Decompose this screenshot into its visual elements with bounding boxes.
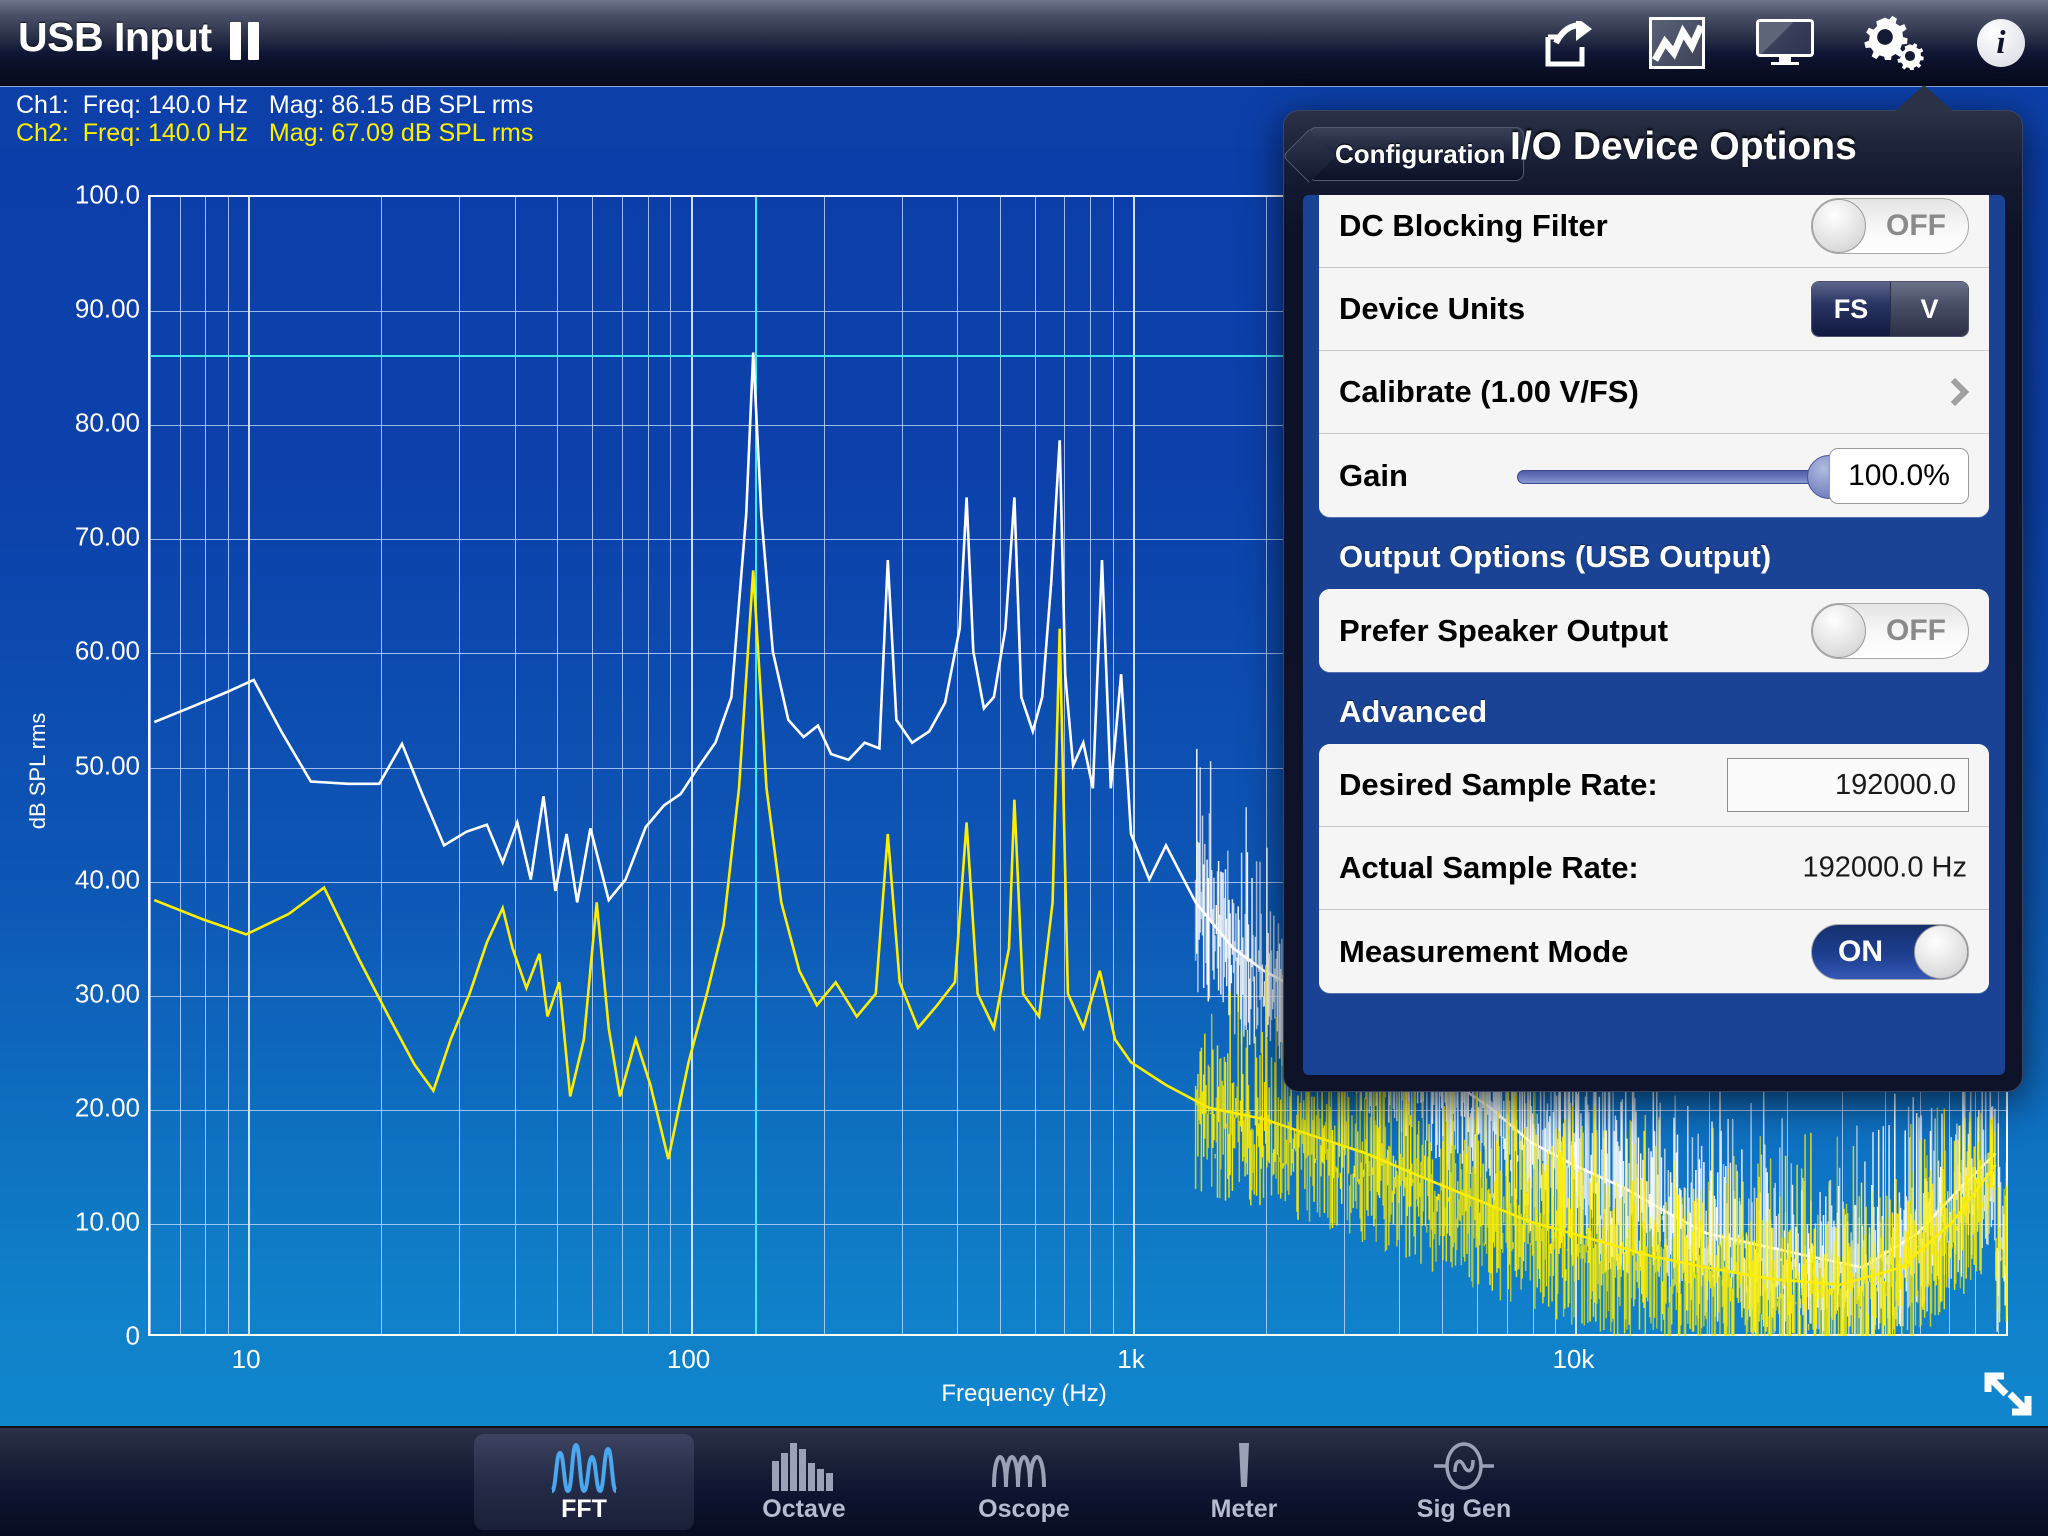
gear-icon xyxy=(1862,14,1924,72)
y-tick-label: 90.00 xyxy=(74,293,140,324)
back-button-label: Configuration xyxy=(1335,138,1506,169)
y-tick-label: 60.00 xyxy=(74,635,140,666)
gain-slider[interactable] xyxy=(1517,454,1851,499)
toggle-knob xyxy=(1812,199,1866,253)
y-tick-label: 100.0 xyxy=(74,179,140,210)
settings-button[interactable] xyxy=(1862,12,1924,74)
chart-icon xyxy=(1649,17,1705,69)
y-tick-label: 50.00 xyxy=(74,750,140,780)
row-gain[interactable]: Gain 100.0% xyxy=(1319,434,1989,517)
y-tick-label: 80.00 xyxy=(74,407,140,438)
bottom-tab-bar: FFT Octave Oscope Meter Sig Gen xyxy=(0,1426,2048,1536)
measurement-mode-toggle[interactable]: ON xyxy=(1811,923,1969,980)
pause-icon[interactable] xyxy=(228,22,262,60)
octave-icon xyxy=(768,1435,840,1493)
tab-label: Oscope xyxy=(978,1495,1070,1523)
y-axis-ticks: 100.0 90.00 80.00 70.00 60.00 50.00 40.00 30.00… xyxy=(0,148,140,1426)
toolbar-icon-group: i xyxy=(1538,0,2032,86)
dc-blocking-filter-value: OFF xyxy=(1886,209,1946,242)
dc-blocking-filter-toggle[interactable]: OFF xyxy=(1811,198,1969,254)
device-units-option-fs[interactable]: FS xyxy=(1812,282,1890,336)
top-toolbar: USB Input i xyxy=(0,0,2048,86)
prefer-speaker-output-label: Prefer Speaker Output xyxy=(1339,612,1669,648)
tab-label: Octave xyxy=(762,1495,846,1523)
device-units-segmented-control[interactable]: FS V xyxy=(1811,281,1969,337)
tab-label: FFT xyxy=(561,1495,607,1523)
y-tick-label: 30.00 xyxy=(74,978,140,1009)
chart-view-button[interactable] xyxy=(1646,12,1708,74)
tab-oscope[interactable]: Oscope xyxy=(914,1434,1134,1530)
row-calibrate[interactable]: Calibrate (1.00 V/FS) xyxy=(1319,351,1989,434)
x-tick-label: 10k xyxy=(1552,1344,1595,1374)
y-tick-label: 20.00 xyxy=(74,1092,140,1123)
device-units-option-v[interactable]: V xyxy=(1890,282,1968,336)
ch2-readout: Ch2: Freq: 140.0 Hz Mag: 67.09 dB SPL rm… xyxy=(16,119,534,147)
fft-icon xyxy=(548,1435,620,1493)
device-options-group: DC Blocking Filter OFF Device Units FS V… xyxy=(1319,195,1989,517)
display-button[interactable] xyxy=(1754,12,1816,74)
meter-icon xyxy=(1208,1435,1280,1493)
y-tick-label: 0 xyxy=(125,1320,140,1351)
measurement-mode-label: Measurement Mode xyxy=(1339,933,1629,969)
gain-label: Gain xyxy=(1339,457,1408,493)
oscope-icon xyxy=(988,1435,1060,1493)
x-tick-label: 1k xyxy=(1117,1344,1145,1374)
info-button[interactable]: i xyxy=(1970,12,2032,74)
advanced-group: Desired Sample Rate: 192000.0 Actual Sam… xyxy=(1319,744,1989,993)
row-dc-blocking-filter[interactable]: DC Blocking Filter OFF xyxy=(1319,195,1989,268)
dc-blocking-filter-label: DC Blocking Filter xyxy=(1339,208,1608,243)
gain-value[interactable]: 100.0% xyxy=(1829,447,1969,504)
tab-label: Meter xyxy=(1210,1495,1278,1523)
configuration-back-button[interactable]: Configuration xyxy=(1308,127,1525,181)
tab-label: Sig Gen xyxy=(1416,1495,1512,1523)
x-tick-label: 100 xyxy=(666,1344,711,1374)
desired-sample-rate-input[interactable]: 192000.0 xyxy=(1727,758,1969,812)
app-title: USB Input xyxy=(18,14,212,60)
tab-fft[interactable]: FFT xyxy=(474,1434,694,1530)
tab-sig-gen[interactable]: Sig Gen xyxy=(1354,1434,1574,1530)
popover-arrow xyxy=(1894,85,1954,112)
row-actual-sample-rate: Actual Sample Rate: 192000.0 Hz xyxy=(1319,827,1989,910)
row-prefer-speaker-output[interactable]: Prefer Speaker Output OFF xyxy=(1319,589,1989,672)
share-button[interactable] xyxy=(1538,12,1600,74)
row-measurement-mode[interactable]: Measurement Mode ON xyxy=(1319,910,1989,993)
y-tick-label: 40.00 xyxy=(74,864,140,895)
output-options-group: Prefer Speaker Output OFF xyxy=(1319,589,1989,672)
popover-header: Configuration I/O Device Options xyxy=(1284,111,2022,195)
share-icon xyxy=(1544,17,1594,67)
toggle-knob xyxy=(1914,924,1968,979)
output-options-header: Output Options (USB Output) xyxy=(1339,539,1772,574)
row-device-units[interactable]: Device Units FS V xyxy=(1319,268,1989,351)
popover-body: DC Blocking Filter OFF Device Units FS V… xyxy=(1303,195,2005,1075)
calibrate-label: Calibrate (1.00 V/FS) xyxy=(1339,374,1639,409)
tab-meter[interactable]: Meter xyxy=(1134,1434,1354,1530)
info-icon: i xyxy=(1977,19,2025,67)
x-tick-label: 10 xyxy=(231,1344,261,1374)
siggen-icon xyxy=(1428,1435,1500,1493)
chevron-right-icon xyxy=(1940,377,1970,407)
x-axis-label: Frequency (Hz) xyxy=(941,1380,1107,1407)
io-device-options-popover: Configuration I/O Device Options DC Bloc… xyxy=(1283,85,2023,1092)
display-icon xyxy=(1756,19,1814,67)
prefer-speaker-output-value: OFF xyxy=(1886,613,1946,647)
y-tick-label: 10.00 xyxy=(74,1206,140,1237)
row-desired-sample-rate[interactable]: Desired Sample Rate: 192000.0 xyxy=(1319,744,1989,827)
ch1-readout: Ch1: Freq: 140.0 Hz Mag: 86.15 dB SPL rm… xyxy=(16,91,534,119)
measurement-mode-value: ON xyxy=(1838,934,1883,968)
advanced-header: Advanced xyxy=(1339,694,1488,729)
device-units-label: Device Units xyxy=(1339,291,1526,326)
toggle-knob xyxy=(1812,603,1866,658)
expand-icon[interactable] xyxy=(1982,1370,2034,1418)
tab-octave[interactable]: Octave xyxy=(694,1434,914,1530)
y-tick-label: 70.00 xyxy=(74,521,140,552)
prefer-speaker-output-toggle[interactable]: OFF xyxy=(1811,602,1969,659)
actual-sample-rate-value: 192000.0 Hz xyxy=(1802,851,1967,884)
popover-title: I/O Device Options xyxy=(1510,125,1857,168)
actual-sample-rate-label: Actual Sample Rate: xyxy=(1339,850,1639,885)
app-root: USB Input i Ch1: Freq: 140.0 Hz Mag: 86.… xyxy=(0,0,2048,1536)
desired-sample-rate-label: Desired Sample Rate: xyxy=(1339,767,1658,802)
gain-slider-track xyxy=(1517,469,1837,484)
